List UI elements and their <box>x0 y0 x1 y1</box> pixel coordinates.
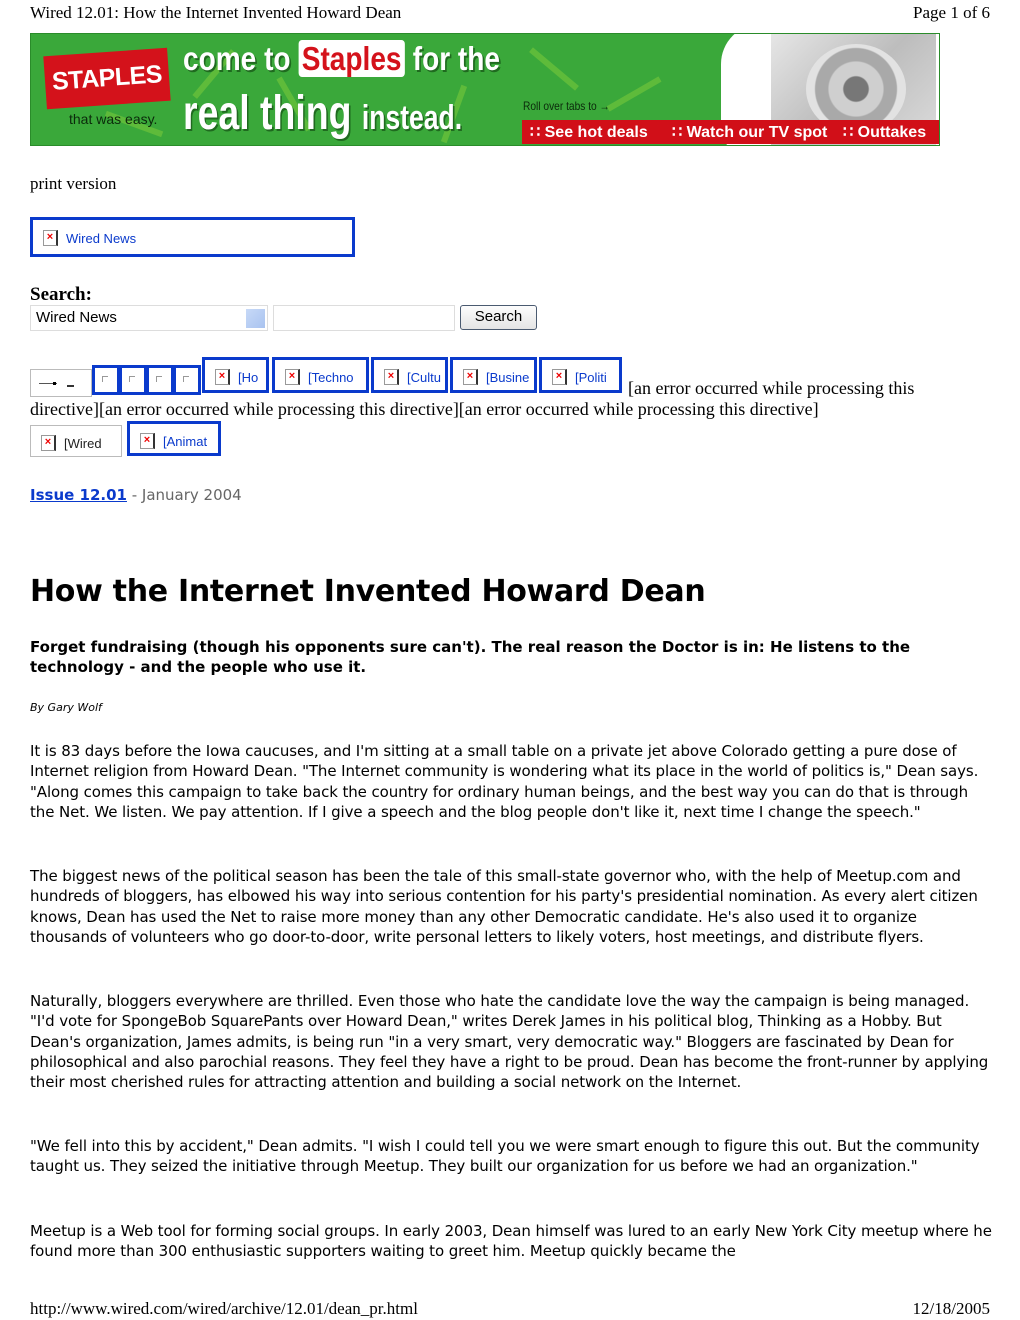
ad-headline-1-pre: come to <box>183 40 291 77</box>
nav-item-label: [Busine <box>486 369 530 385</box>
broken-image-icon: × <box>43 230 58 247</box>
article-dek: Forget fundraising (though his opponents… <box>30 638 911 676</box>
broken-image-icon: × <box>463 369 478 386</box>
article-paragraph: Meetup is a Web tool for forming social … <box>30 1222 992 1261</box>
search-input[interactable] <box>273 305 455 331</box>
article-byline: By Gary Wolf <box>30 701 102 714</box>
ad-tab-tv-spot[interactable]: ∷ Watch our TV spot <box>664 120 843 144</box>
nav-blank-box[interactable] <box>173 365 201 395</box>
ad-roll-over-hint: Roll over tabs to → <box>523 99 610 113</box>
broken-image-icon: × <box>41 435 56 452</box>
staples-logo: STAPLES <box>43 47 171 110</box>
nav-item-label: [Politi <box>575 369 607 385</box>
ad-tab-hot-deals[interactable]: ∷ See hot deals <box>522 120 675 144</box>
broken-image-icon: × <box>140 433 155 450</box>
ad-tab-outtakes[interactable]: ∷ Outtakes <box>835 120 939 144</box>
ad-tagline: that was easy. <box>69 111 158 127</box>
ad-headline-2-big: real thing <box>183 87 352 140</box>
nav-item-label: [Animat <box>163 433 208 449</box>
ssi-error-text: [an error occurred while processing this <box>628 378 915 398</box>
issue-date: - January 2004 <box>126 486 242 504</box>
article-paragraph: Naturally, bloggers everywhere are thril… <box>30 992 989 1092</box>
nav-item-politics[interactable]: × [Politi <box>539 357 622 393</box>
nav-item-technology[interactable]: × [Techno <box>272 357 369 393</box>
print-footer-url: http://www.wired.com/wired/archive/12.01… <box>30 1299 418 1318</box>
search-label: Search: <box>30 284 92 305</box>
print-version-label: print version <box>30 174 117 193</box>
article-paragraph: The biggest news of the political season… <box>30 867 978 946</box>
nav-spacer-image <box>30 369 92 397</box>
issue-link[interactable]: Issue 12.01 <box>30 486 127 504</box>
nav-item-label: [Wired <box>64 435 102 451</box>
search-scope-select[interactable]: Wired News <box>30 305 268 331</box>
ad-headline-1: come to Staples for the <box>183 40 500 78</box>
broken-image-icon: × <box>384 369 399 386</box>
article-paragraph: It is 83 days before the Iowa caucuses, … <box>30 742 979 821</box>
nav-item-wired[interactable]: × [Wired <box>30 425 122 457</box>
ad-headline-2: real thing instead. <box>183 86 462 141</box>
broken-image-icon: × <box>215 369 230 386</box>
nav-blank-box[interactable] <box>119 365 147 395</box>
broken-image-icon: × <box>285 369 300 386</box>
ad-headline-2-small: instead. <box>361 99 463 137</box>
ad-headline-1-post: for the <box>412 40 500 77</box>
nav-item-animation[interactable]: × [Animat <box>127 421 221 456</box>
search-button[interactable]: Search <box>460 305 537 330</box>
print-footer: http://www.wired.com/wired/archive/12.01… <box>30 1299 990 1319</box>
article-paragraph: "We fell into this by accident," Dean ad… <box>30 1137 980 1176</box>
nav-blank-box[interactable] <box>146 365 174 395</box>
ssi-error-text: directive][an error occurred while proce… <box>30 399 819 419</box>
nav-item-home[interactable]: × [Ho <box>202 357 269 393</box>
issue-line: Issue 12.01 - January 2004 <box>30 486 242 504</box>
staples-ad-banner[interactable]: STAPLES that was easy. come to Staples f… <box>30 33 940 146</box>
nav-item-label: [Techno <box>308 369 354 385</box>
print-header: Wired 12.01: How the Internet Invented H… <box>30 3 990 23</box>
search-scope-value: Wired News <box>36 309 117 326</box>
print-footer-date: 12/18/2005 <box>912 1299 990 1318</box>
ad-headline-1-brand: Staples <box>298 40 405 77</box>
broken-image-icon: × <box>552 369 567 386</box>
nav-blank-box[interactable] <box>92 365 120 395</box>
nav-item-business[interactable]: × [Busine <box>450 357 537 393</box>
nav-item-culture[interactable]: × [Cultu <box>371 357 448 393</box>
nav-item-label: [Ho <box>238 369 259 385</box>
print-header-title: Wired 12.01: How the Internet Invented H… <box>30 3 402 22</box>
print-page-number: Page 1 of 6 <box>913 3 990 22</box>
wired-news-link[interactable]: Wired News <box>66 231 136 246</box>
article-title: How the Internet Invented Howard Dean <box>30 574 706 609</box>
wired-news-box[interactable]: × Wired News <box>30 217 355 257</box>
dropdown-arrow-icon[interactable] <box>246 309 265 328</box>
nav-item-label: [Cultu <box>407 369 441 385</box>
